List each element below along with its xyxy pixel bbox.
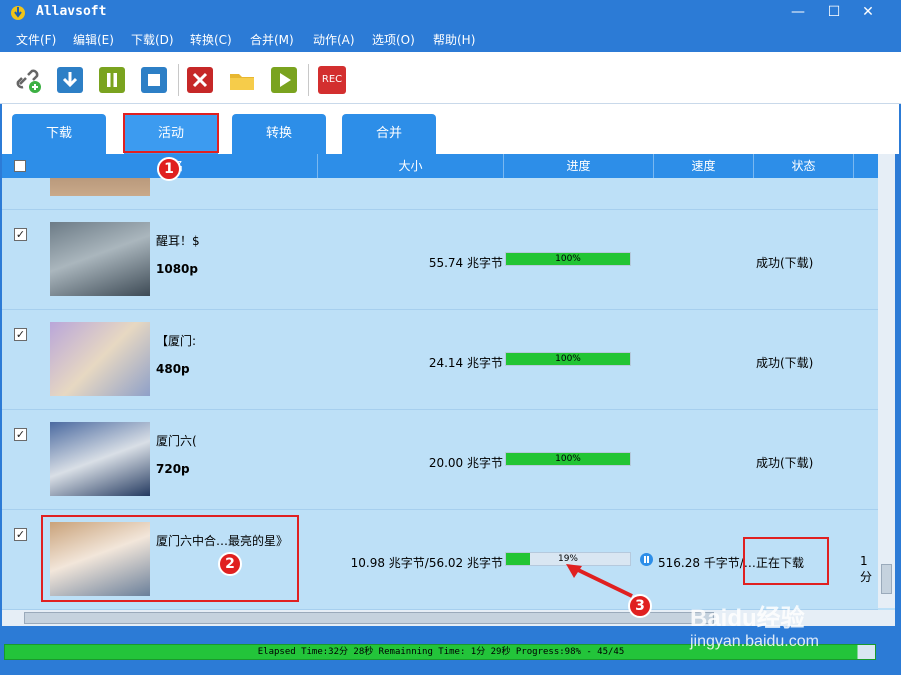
- toolbar-separator: [308, 64, 309, 96]
- video-title: 厦门六(: [156, 434, 197, 448]
- status-text: 成功(下载): [756, 456, 814, 470]
- menu-file[interactable]: 文件(F): [16, 31, 56, 48]
- download-speed: 516.28 千字节/…: [658, 556, 756, 570]
- maximize-button[interactable]: ☐: [822, 2, 846, 22]
- select-all-checkbox[interactable]: [14, 160, 26, 172]
- file-size: 24.14 兆字节: [428, 356, 503, 370]
- tab-merge[interactable]: 合并: [342, 114, 436, 154]
- annotation-badge: 1: [157, 157, 181, 181]
- progress-bar: 100%: [505, 352, 631, 366]
- app-logo-icon: [11, 6, 25, 20]
- row-checkbox[interactable]: ✓: [14, 328, 27, 341]
- row-checkbox[interactable]: ✓: [14, 528, 27, 541]
- column-speed[interactable]: 速度: [654, 154, 754, 178]
- file-size: 10.98 兆字节/56.02 兆字节: [350, 556, 503, 570]
- annotation-arrow-icon: [566, 564, 633, 598]
- progress-label: 100%: [555, 454, 581, 464]
- menu-bar: 文件(F) 编辑(E) 下载(D) 转换(C) 合并(M) 动作(A) 选项(O…: [0, 26, 901, 52]
- video-resolution: 480p: [156, 362, 190, 376]
- video-thumbnail: [50, 422, 150, 496]
- column-status[interactable]: 状态: [754, 154, 854, 178]
- window-title: Allavsoft: [36, 4, 107, 19]
- menu-download[interactable]: 下载(D): [131, 31, 174, 48]
- video-thumbnail: [50, 322, 150, 396]
- annotation-badge: 2: [218, 552, 242, 576]
- title-bar: Allavsoft — ☐ ✕: [0, 0, 901, 26]
- menu-convert[interactable]: 转换(C): [190, 31, 232, 48]
- table-header: 名 大小 进度 速度 状态: [2, 154, 878, 178]
- remaining-time: 1分: [860, 554, 873, 584]
- column-size[interactable]: 大小: [318, 154, 504, 178]
- download-icon[interactable]: [56, 66, 84, 94]
- vertical-scrollbar[interactable]: [878, 154, 895, 608]
- video-title: 醒耳！$: [156, 234, 200, 248]
- video-title: 【厦门:: [156, 334, 197, 348]
- table-row[interactable]: ✓ 醒耳！$ 1080p 55.74 兆字节 100% 成功(下载): [2, 210, 878, 310]
- progress-bar: 100%: [505, 252, 631, 266]
- video-resolution: 1080p: [156, 262, 198, 276]
- watermark: Baidu经验 jingyan.baidu.com: [690, 598, 819, 651]
- play-icon[interactable]: [270, 66, 298, 94]
- progress-label: 100%: [555, 354, 581, 364]
- row-checkbox[interactable]: ✓: [14, 428, 27, 441]
- video-thumbnail: [50, 178, 150, 196]
- pause-download-icon[interactable]: [640, 553, 653, 566]
- toolbar: REC: [0, 52, 901, 104]
- status-text: 成功(下载): [756, 356, 814, 370]
- record-button[interactable]: REC: [318, 66, 346, 94]
- watermark-url: jingyan.baidu.com: [690, 633, 819, 650]
- menu-merge[interactable]: 合并(M): [250, 31, 294, 48]
- delete-icon[interactable]: [186, 66, 214, 94]
- video-thumbnail: [50, 222, 150, 296]
- folder-icon[interactable]: [228, 66, 256, 94]
- minimize-button[interactable]: —: [786, 2, 810, 22]
- close-button[interactable]: ✕: [856, 2, 880, 22]
- video-resolution: 720p: [156, 462, 190, 476]
- tab-convert[interactable]: 转换: [232, 114, 326, 154]
- column-progress[interactable]: 进度: [504, 154, 654, 178]
- tab-download[interactable]: 下载: [12, 114, 106, 154]
- table-row[interactable]: ✓ 【厦门: 480p 24.14 兆字节 100% 成功(下载): [2, 310, 878, 410]
- status-text: 成功(下载): [756, 256, 814, 270]
- annotation-box: [123, 113, 219, 153]
- stop-icon[interactable]: [140, 66, 168, 94]
- file-size: 20.00 兆字节: [428, 456, 503, 470]
- add-link-icon[interactable]: [14, 66, 42, 94]
- row-checkbox[interactable]: ✓: [14, 228, 27, 241]
- menu-action[interactable]: 动作(A): [313, 31, 355, 48]
- toolbar-separator: [178, 64, 179, 96]
- progress-label: 100%: [555, 254, 581, 264]
- watermark-brand: Baidu经验: [690, 605, 805, 632]
- progress-bar: 100%: [505, 452, 631, 466]
- menu-edit[interactable]: 编辑(E): [73, 31, 114, 48]
- scrollbar-thumb[interactable]: [881, 564, 892, 594]
- pause-icon[interactable]: [98, 66, 126, 94]
- file-size: 55.74 兆字节: [428, 256, 503, 270]
- annotation-box: [743, 537, 829, 585]
- table-row[interactable]: [2, 178, 878, 210]
- menu-help[interactable]: 帮助(H): [433, 31, 475, 48]
- annotation-box: [41, 515, 299, 602]
- scrollbar-thumb[interactable]: [24, 612, 714, 624]
- menu-options[interactable]: 选项(O): [372, 31, 415, 48]
- table-row[interactable]: ✓ 厦门六( 720p 20.00 兆字节 100% 成功(下载): [2, 410, 878, 510]
